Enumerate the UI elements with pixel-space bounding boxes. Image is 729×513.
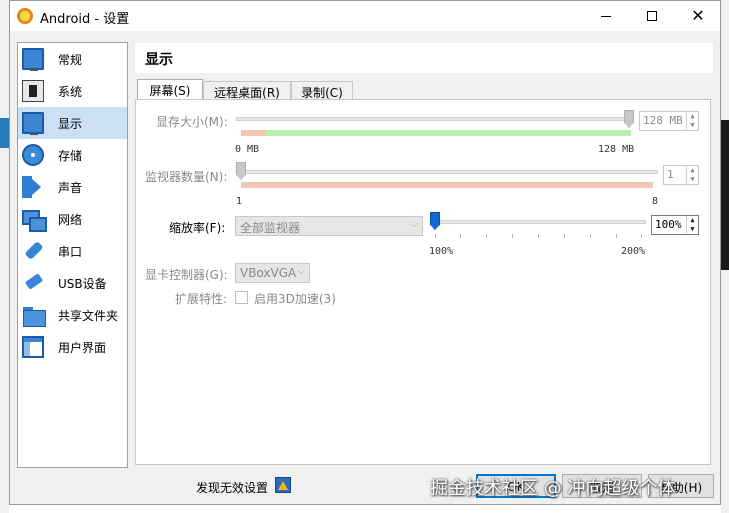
scale-factor-max-label: 200% <box>621 246 646 257</box>
enable-3d-acceleration-label: 启用3D加速(3) <box>254 292 336 306</box>
close-button[interactable]: ✕ <box>675 1 720 31</box>
video-memory-spinbox[interactable]: 128 MB ▲ ▼ <box>639 111 699 131</box>
chevron-down-icon: ⌵ <box>297 266 305 277</box>
sidebar-item-label: 常规 <box>58 53 83 67</box>
background-app-fragment <box>0 118 9 148</box>
sidebar-item-label: 系统 <box>58 85 83 99</box>
tab-screen[interactable]: 屏幕(S) <box>137 79 203 101</box>
extended-features-label: 扩展特性: <box>175 292 228 306</box>
scale-factor-monitor-combo[interactable]: 全部监视器 ⌵ <box>235 216 423 236</box>
close-icon: ✕ <box>691 6 705 25</box>
sidebar-item-shared-folders[interactable]: 共享文件夹 <box>18 299 127 331</box>
maximize-icon <box>647 11 657 21</box>
network-icon <box>22 208 47 232</box>
chevron-down-icon: ⌵ <box>410 219 418 230</box>
tick-mark <box>435 234 436 238</box>
video-memory-min-label: 0 MB <box>235 144 260 155</box>
tick-mark <box>538 234 539 238</box>
graphics-controller-label: 显卡控制器(G): <box>145 268 228 282</box>
video-memory-value: 128 MB <box>643 114 683 127</box>
background-app-dark-fragment <box>721 120 729 270</box>
watermark-overlay: 掘金技术社区 @ 冲向超级个体 <box>430 478 676 499</box>
tick-mark <box>460 234 461 238</box>
monitor-count-spinbox[interactable]: 1 ▲ ▼ <box>663 165 699 185</box>
settings-dialog: Android - 设置 ✕ 常规 系统 显示 存储 声音 网络 串口 USB设… <box>9 0 721 505</box>
sidebar-item-system[interactable]: 系统 <box>18 75 127 107</box>
video-memory-range-warn <box>241 130 266 136</box>
maximize-button[interactable] <box>629 1 675 31</box>
scale-factor-slider-track[interactable] <box>434 220 646 224</box>
sidebar-item-network[interactable]: 网络 <box>18 203 127 235</box>
sidebar-item-label: USB设备 <box>58 277 107 291</box>
scale-factor-slider-thumb[interactable] <box>430 212 440 230</box>
tick-mark <box>616 234 617 238</box>
folder-icon <box>22 304 46 327</box>
window-title: Android - 设置 <box>40 12 130 27</box>
monitor-count-slider-thumb[interactable] <box>236 162 246 180</box>
graphics-controller-value: VBoxVGA <box>240 266 297 280</box>
monitor-count-label: 监视器数量(N): <box>145 170 228 184</box>
title-bar: Android - 设置 ✕ <box>10 1 720 31</box>
sidebar-item-label: 用户界面 <box>58 341 107 355</box>
tick-mark <box>512 234 513 238</box>
video-memory-range-ok <box>266 130 631 136</box>
screen-tab-panel: 显存大小(M): 128 MB ▲ ▼ 0 MB 128 MB 监视器数量(N):… <box>135 99 711 465</box>
tick-mark <box>486 234 487 238</box>
tab-remote-display[interactable]: 远程桌面(R) <box>203 81 291 100</box>
sidebar-item-label: 声音 <box>58 181 83 195</box>
sidebar-item-label: 存储 <box>58 149 83 163</box>
graphics-controller-combo[interactable]: VBoxVGA ⌵ <box>235 263 310 283</box>
tick-mark <box>564 234 565 238</box>
serial-port-icon <box>22 240 44 262</box>
sidebar-item-user-interface[interactable]: 用户界面 <box>18 331 127 363</box>
virtualbox-app-icon <box>17 8 33 24</box>
sidebar-item-label: 共享文件夹 <box>58 309 119 323</box>
spinbox-arrows-icon[interactable]: ▲ ▼ <box>686 216 698 234</box>
video-memory-slider-track[interactable] <box>236 117 630 121</box>
monitor-count-max-label: 8 <box>652 196 659 207</box>
tick-mark <box>641 234 642 238</box>
user-interface-icon <box>22 336 44 358</box>
scale-factor-value: 100% <box>655 218 682 231</box>
monitor-count-range <box>241 182 653 188</box>
video-memory-label: 显存大小(M): <box>156 115 228 129</box>
minimize-icon <box>601 15 611 17</box>
page-title: 显示 <box>145 52 173 68</box>
sidebar-item-audio[interactable]: 声音 <box>18 171 127 203</box>
sidebar-item-serial[interactable]: 串口 <box>18 235 127 267</box>
tab-recording[interactable]: 录制(C) <box>291 81 353 100</box>
monitor-count-value: 1 <box>667 168 674 181</box>
speaker-icon <box>22 176 44 198</box>
scale-factor-label: 缩放率(F): <box>169 221 226 235</box>
scale-factor-spinbox[interactable]: 100% ▲ ▼ <box>651 215 699 235</box>
tick-mark <box>590 234 591 238</box>
settings-sidebar: 常规 系统 显示 存储 声音 网络 串口 USB设备 共享文件夹 用户界面 <box>17 42 128 468</box>
background-app-left <box>0 0 9 513</box>
sidebar-item-label: 显示 <box>58 117 83 131</box>
sidebar-item-display[interactable]: 显示 <box>18 107 127 139</box>
system-chip-icon <box>22 80 44 102</box>
minimize-button[interactable] <box>583 1 629 31</box>
video-memory-slider-thumb[interactable] <box>624 110 634 128</box>
display-monitor-icon <box>22 112 44 135</box>
sidebar-item-label: 串口 <box>58 245 83 259</box>
monitor-count-slider-track[interactable] <box>236 170 658 174</box>
storage-disk-icon <box>22 144 44 166</box>
spinbox-arrows-icon[interactable]: ▲ ▼ <box>686 166 698 184</box>
general-monitor-icon <box>22 48 44 71</box>
spinbox-arrows-icon[interactable]: ▲ ▼ <box>686 112 698 130</box>
warning-icon[interactable] <box>275 477 291 493</box>
sidebar-item-label: 网络 <box>58 213 83 227</box>
scale-factor-min-label: 100% <box>429 246 454 257</box>
usb-icon <box>22 272 44 294</box>
monitor-count-min-label: 1 <box>236 196 243 207</box>
sidebar-item-usb[interactable]: USB设备 <box>18 267 127 299</box>
sidebar-item-general[interactable]: 常规 <box>18 43 127 75</box>
sidebar-item-storage[interactable]: 存储 <box>18 139 127 171</box>
enable-3d-acceleration-checkbox[interactable] <box>235 291 248 304</box>
video-memory-max-label: 128 MB <box>598 144 635 155</box>
invalid-settings-warning: 发现无效设置 <box>196 481 269 495</box>
scale-factor-combo-value: 全部监视器 <box>240 221 301 235</box>
section-header: 显示 <box>135 43 713 73</box>
